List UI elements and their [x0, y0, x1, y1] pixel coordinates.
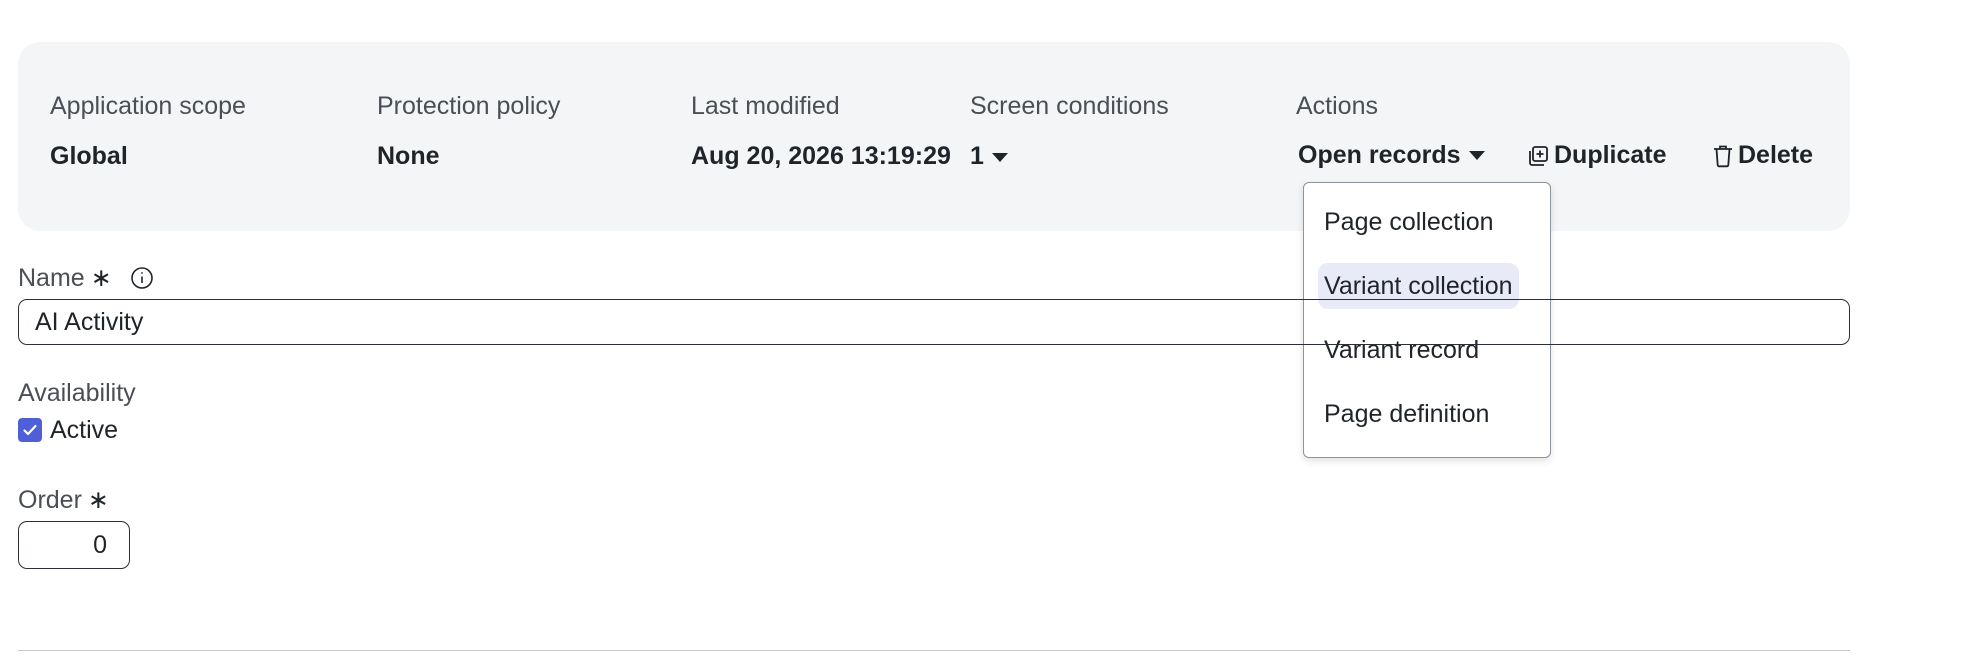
active-checkbox[interactable]: [18, 418, 42, 442]
actions-label: Actions: [1296, 92, 1378, 120]
record-info-panel: Application scope Global Protection poli…: [18, 42, 1850, 231]
application-scope-value: Global: [50, 142, 128, 170]
active-checkbox-label[interactable]: Active: [50, 416, 118, 445]
open-records-button[interactable]: Open records: [1298, 141, 1485, 170]
screen-conditions-label: Screen conditions: [970, 92, 1169, 120]
chevron-down-icon: [991, 152, 1008, 162]
order-label-row: Order ∗: [18, 485, 109, 515]
name-label-row: Name ∗: [18, 263, 154, 293]
required-marker: ∗: [90, 264, 112, 292]
screen-conditions-value: 1: [970, 142, 984, 170]
menu-item-page-definition[interactable]: Page definition: [1318, 391, 1495, 437]
order-label: Order: [18, 485, 82, 514]
check-icon: [23, 424, 37, 436]
order-input[interactable]: 0: [18, 521, 130, 569]
required-marker: ∗: [87, 486, 109, 514]
delete-button[interactable]: Delete: [1712, 141, 1813, 170]
section-divider: [18, 650, 1850, 651]
open-records-label: Open records: [1298, 141, 1461, 169]
info-icon[interactable]: [130, 266, 154, 290]
name-label: Name: [18, 263, 85, 292]
availability-label: Availability: [18, 379, 136, 407]
protection-policy-label: Protection policy: [377, 92, 561, 120]
trash-icon: [1714, 145, 1732, 167]
screen-conditions-dropdown[interactable]: 1: [970, 142, 1008, 171]
duplicate-icon: [1529, 145, 1548, 166]
protection-policy-value: None: [377, 142, 440, 170]
menu-item-page-collection[interactable]: Page collection: [1318, 199, 1500, 245]
chevron-down-icon: [1468, 151, 1485, 160]
duplicate-label: Duplicate: [1554, 141, 1667, 169]
application-scope-label: Application scope: [50, 92, 246, 120]
last-modified-label: Last modified: [691, 92, 840, 120]
name-input[interactable]: AI Activity: [18, 299, 1850, 345]
last-modified-value: Aug 20, 2026 13:19:29: [691, 142, 951, 170]
duplicate-button[interactable]: Duplicate: [1526, 141, 1667, 170]
delete-label: Delete: [1738, 141, 1814, 169]
